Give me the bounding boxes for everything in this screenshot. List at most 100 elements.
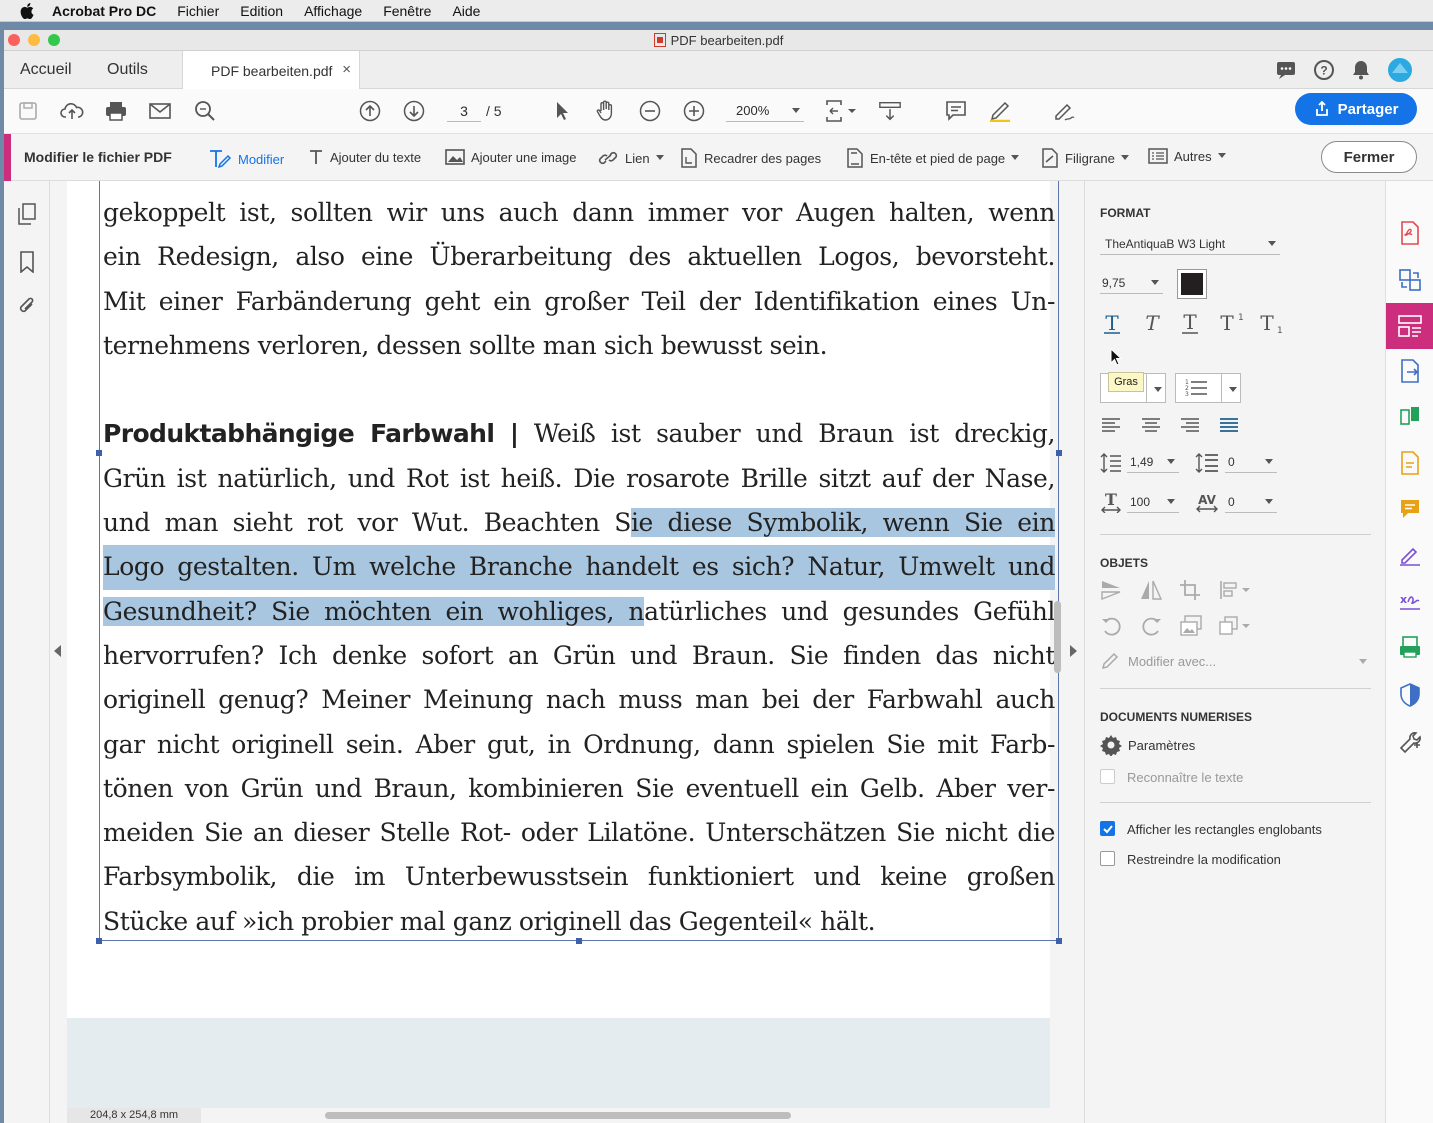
search-icon[interactable] [193, 99, 217, 123]
menu-aide[interactable]: Aide [452, 3, 480, 19]
menu-edition[interactable]: Edition [240, 3, 283, 19]
more-tools-wrench-icon[interactable] [1396, 727, 1424, 755]
resize-handle[interactable] [1056, 938, 1062, 944]
previous-page-icon[interactable] [358, 99, 382, 123]
resize-handle[interactable] [1056, 450, 1062, 456]
page-thumbnails-icon[interactable] [17, 203, 37, 225]
font-size-select[interactable]: 9,75 [1100, 272, 1163, 294]
resize-handle[interactable] [96, 450, 102, 456]
account-avatar-icon[interactable] [1387, 57, 1413, 88]
collapse-right-panel-icon[interactable] [1069, 644, 1077, 662]
horizontal-scrollbar[interactable] [325, 1112, 791, 1119]
collapse-left-panel-icon[interactable] [54, 644, 62, 662]
rotate-right-icon[interactable] [1139, 615, 1163, 640]
character-spacing-select[interactable]: 0 [1225, 491, 1277, 513]
close-tab-icon[interactable]: × [342, 61, 351, 78]
underline-text-icon[interactable]: T [1178, 310, 1202, 338]
zoom-window-button[interactable] [48, 34, 60, 46]
print-icon[interactable] [104, 99, 128, 123]
paragraph-spacing-select[interactable]: 0 [1225, 451, 1277, 473]
page-number-input[interactable]: 3 [447, 100, 481, 122]
email-icon[interactable] [148, 99, 172, 123]
link-button[interactable]: Lien [597, 148, 664, 168]
edit-pdf-tool-icon[interactable] [1386, 303, 1433, 349]
align-justify-icon[interactable] [1218, 417, 1240, 438]
text-color-swatch[interactable] [1177, 269, 1207, 299]
help-icon[interactable]: ? [1313, 59, 1335, 86]
page-fit-icon[interactable] [824, 99, 858, 123]
close-window-button[interactable] [8, 34, 20, 46]
sign-icon[interactable] [1052, 99, 1076, 123]
request-signature-icon[interactable]: x [1396, 587, 1424, 615]
tab-tools[interactable]: Outils [107, 51, 148, 89]
zoom-in-icon[interactable] [682, 99, 706, 123]
align-right-icon[interactable] [1179, 417, 1201, 438]
document-viewport[interactable]: gekoppelt ist, sollten wir uns auch dann… [50, 181, 1084, 1123]
crop-icon[interactable] [1179, 579, 1203, 604]
add-text-button[interactable]: Ajouter du texte [308, 148, 421, 166]
vertical-scrollbar[interactable] [1054, 601, 1061, 673]
align-objects-icon[interactable] [1218, 579, 1254, 604]
send-review-icon[interactable] [1396, 449, 1424, 477]
organize-pages-icon[interactable] [1396, 403, 1424, 431]
add-image-button[interactable]: Ajouter une image [445, 148, 577, 166]
bold-text-icon[interactable]: T [1100, 311, 1124, 338]
tab-document[interactable]: PDF bearbeiten.pdf × [182, 51, 360, 90]
scroll-mode-icon[interactable] [878, 99, 902, 123]
next-page-icon[interactable] [402, 99, 426, 123]
select-arrow-icon[interactable] [550, 99, 574, 123]
scan-document-icon[interactable] [1396, 633, 1424, 661]
create-pdf-icon[interactable] [1396, 219, 1424, 247]
replace-image-icon[interactable] [1179, 615, 1203, 640]
horizontal-scale-select[interactable]: 100 [1127, 491, 1179, 513]
comment-tool-icon[interactable] [1396, 495, 1424, 523]
resize-handle[interactable] [96, 938, 102, 944]
zoom-out-icon[interactable] [638, 99, 662, 123]
chat-icon[interactable] [1275, 59, 1297, 86]
minimize-window-button[interactable] [28, 34, 40, 46]
menu-fichier[interactable]: Fichier [177, 3, 219, 19]
rotate-left-icon[interactable] [1100, 615, 1124, 640]
show-bounding-boxes-checkbox[interactable] [1100, 821, 1115, 836]
font-family-select[interactable]: TheAntiquaB W3 Light [1100, 233, 1280, 255]
zoom-level-select[interactable]: 200% [726, 100, 804, 122]
menu-fenetre[interactable]: Fenêtre [383, 3, 431, 19]
recognize-text-checkbox[interactable] [1100, 769, 1115, 784]
numbered-list-select[interactable]: 123 [1175, 373, 1241, 403]
restrict-editing-checkbox[interactable] [1100, 851, 1115, 866]
header-footer-button[interactable]: En-tête et pied de page [846, 148, 1020, 168]
highlight-pen-icon[interactable] [988, 99, 1012, 123]
line-spacing-select[interactable]: 1,49 [1127, 451, 1179, 473]
fill-sign-icon[interactable] [1396, 541, 1424, 569]
attachment-icon[interactable] [17, 295, 37, 317]
document-text[interactable]: gekoppelt ist, sollten wir uns auch dann… [103, 191, 1055, 944]
watermark-button[interactable]: Filigrane [1041, 148, 1129, 168]
align-center-icon[interactable] [1140, 417, 1162, 438]
close-edit-button[interactable]: Fermer [1321, 141, 1417, 173]
export-pdf-icon[interactable] [1396, 357, 1424, 385]
save-icon[interactable] [16, 99, 40, 123]
crop-pages-button[interactable]: Recadrer des pages [680, 148, 821, 168]
settings-button[interactable]: Paramètres [1100, 734, 1195, 756]
notification-bell-icon[interactable] [1351, 59, 1371, 86]
subscript-icon[interactable]: T1 [1257, 311, 1283, 338]
flip-vertical-icon[interactable] [1100, 579, 1124, 604]
superscript-icon[interactable]: T1 [1217, 311, 1243, 338]
more-button[interactable]: Autres [1148, 148, 1226, 164]
bookmark-icon[interactable] [17, 251, 37, 274]
modify-button[interactable]: Modifier [208, 148, 284, 170]
share-button[interactable]: Partager [1295, 93, 1417, 125]
menu-affichage[interactable]: Affichage [304, 3, 362, 19]
combine-files-icon[interactable] [1396, 266, 1424, 294]
hand-tool-icon[interactable] [594, 99, 618, 123]
tab-home[interactable]: Accueil [20, 51, 72, 89]
align-left-icon[interactable] [1100, 417, 1122, 438]
protect-shield-icon[interactable] [1396, 681, 1424, 709]
modify-with-select[interactable]: Modifier avec... [1100, 651, 1371, 671]
flip-horizontal-icon[interactable] [1139, 579, 1163, 604]
upload-cloud-icon[interactable] [60, 99, 84, 123]
menu-app[interactable]: Acrobat Pro DC [52, 3, 156, 19]
italic-text-icon[interactable]: T [1140, 311, 1164, 338]
comment-icon[interactable] [944, 99, 968, 123]
apple-icon[interactable] [20, 2, 38, 19]
